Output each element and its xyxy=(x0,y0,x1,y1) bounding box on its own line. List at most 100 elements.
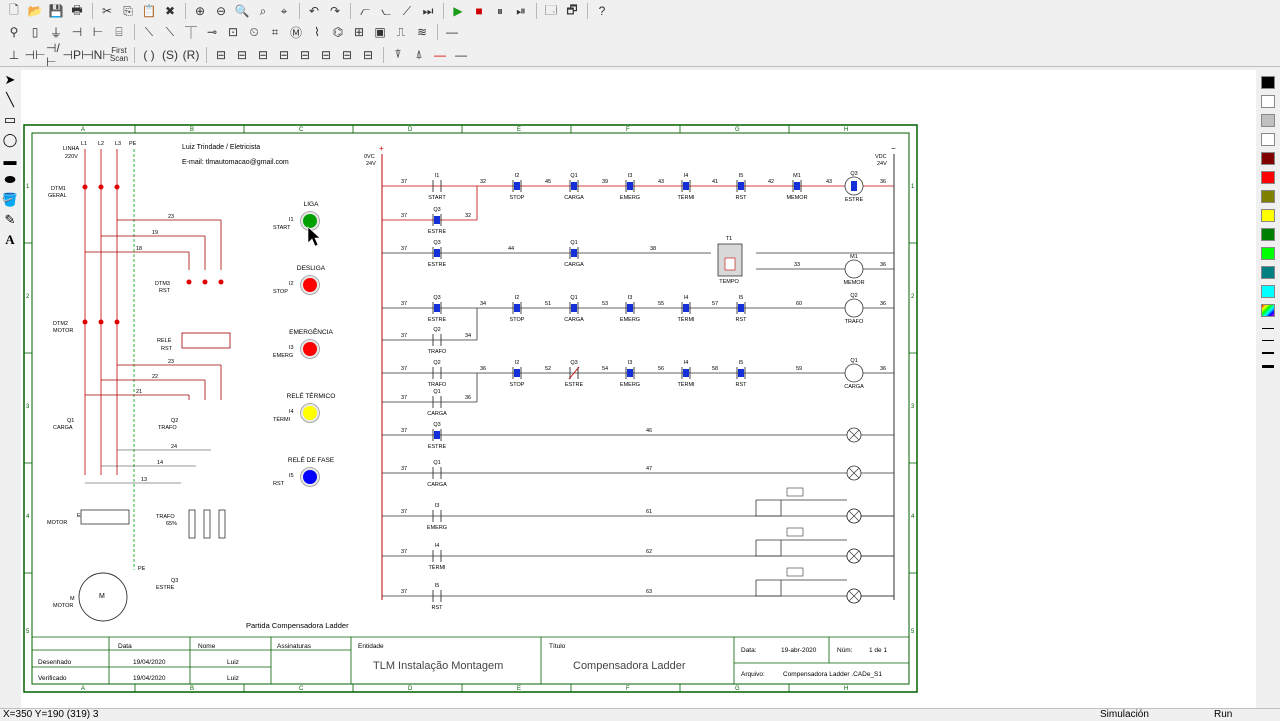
delete-icon[interactable]: ✖ xyxy=(160,2,180,20)
drawing-canvas[interactable]: AABBCCDDEEFFGGHH1122334455 Luiz Trindade… xyxy=(21,70,1256,708)
undo-icon[interactable]: ↶ xyxy=(304,2,324,20)
color-swatch[interactable] xyxy=(1261,228,1275,241)
cable-tool-icon[interactable]: ≋ xyxy=(412,23,432,41)
zoom-fit-icon[interactable]: ⌕ xyxy=(253,2,273,20)
fill-bucket-icon[interactable]: 🪣 xyxy=(0,190,20,210)
panel-pushbutton[interactable] xyxy=(303,214,317,228)
coil-tool-icon[interactable]: ⊡ xyxy=(223,23,243,41)
lamp-tool-icon[interactable]: ⚲ xyxy=(4,23,24,41)
filled-rectangle-icon[interactable]: ▬ xyxy=(0,150,20,170)
pointer-icon[interactable]: ➤ xyxy=(0,70,20,90)
panel-pushbutton[interactable] xyxy=(303,470,317,484)
pin-in-icon[interactable]: ⍒ xyxy=(388,46,408,64)
line-width-3[interactable] xyxy=(1262,352,1274,354)
color-swatch[interactable] xyxy=(1261,76,1275,89)
mirror-icon[interactable]: ⟋ xyxy=(397,2,417,20)
panel-pushbutton[interactable] xyxy=(303,342,317,356)
counter-down-icon[interactable]: ⊟ xyxy=(295,46,315,64)
line-width-1[interactable] xyxy=(1262,328,1274,329)
pen-icon[interactable]: ✎ xyxy=(0,210,20,230)
contact-name: RST xyxy=(432,605,444,611)
sensor-tool-icon[interactable]: ⌬ xyxy=(328,23,348,41)
plug-tool-icon[interactable]: ⏚ xyxy=(46,23,66,41)
line-width-4[interactable] xyxy=(1262,365,1274,368)
paste-icon[interactable]: 📋 xyxy=(139,2,159,20)
no-contact-icon[interactable]: ⊣⊢ xyxy=(25,46,46,64)
color-swatch[interactable] xyxy=(1261,114,1275,127)
color-swatch[interactable] xyxy=(1261,266,1275,279)
switch2-tool-icon[interactable]: ⟍ xyxy=(160,23,180,41)
switch-tool-icon[interactable]: ⟍ xyxy=(139,23,159,41)
color-swatch[interactable] xyxy=(1261,152,1275,165)
panel-pushbutton[interactable] xyxy=(303,278,317,292)
terminal-tool-icon[interactable]: ⊞ xyxy=(349,23,369,41)
zoom-out-icon[interactable]: ⊖ xyxy=(211,2,231,20)
node-number: 58 xyxy=(712,366,718,372)
windows-icon[interactable]: 🗗 xyxy=(562,2,582,20)
help-icon[interactable]: ? xyxy=(592,2,612,20)
timer-tof-icon[interactable]: ⊟ xyxy=(232,46,252,64)
filled-ellipse-icon[interactable]: ⬬ xyxy=(0,170,20,190)
math-icon[interactable]: ⊟ xyxy=(358,46,378,64)
window-icon[interactable]: 🗔 xyxy=(541,2,561,20)
print-icon[interactable]: 🖶 xyxy=(67,2,87,20)
compare-icon[interactable]: ⊟ xyxy=(316,46,336,64)
rail-tool-icon[interactable]: ⊥ xyxy=(4,46,24,64)
contact-no-icon[interactable]: ⊣ xyxy=(67,23,87,41)
reset-coil-icon[interactable]: (R) xyxy=(181,46,201,64)
rotate-icon[interactable]: ⦦ xyxy=(376,2,396,20)
transformer-tool-icon[interactable]: ⌇ xyxy=(307,23,327,41)
color-swatch[interactable] xyxy=(1261,95,1275,108)
timer-ton-icon[interactable]: ⊟ xyxy=(211,46,231,64)
redo-icon[interactable]: ↷ xyxy=(325,2,345,20)
snap-icon[interactable]: ⦧ xyxy=(355,2,375,20)
rectangle-icon[interactable]: ▭ xyxy=(0,110,20,130)
timer-tp-icon[interactable]: ⊟ xyxy=(253,46,273,64)
color-swatch[interactable] xyxy=(1261,190,1275,203)
color-swatch[interactable] xyxy=(1261,209,1275,222)
timer-tool-icon[interactable]: ⏲ xyxy=(244,23,264,41)
wire-black-icon[interactable]: — xyxy=(451,46,471,64)
text-tool-icon[interactable]: A xyxy=(0,230,20,250)
fuse-tool-icon[interactable]: ▯ xyxy=(25,23,45,41)
selector-tool-icon[interactable]: ⊸ xyxy=(202,23,222,41)
move-icon[interactable]: ⊟ xyxy=(337,46,357,64)
step-forward-icon[interactable]: ⏯ xyxy=(511,2,531,20)
counter-tool-icon[interactable]: ⌗ xyxy=(265,23,285,41)
contact-nc-icon[interactable]: ⊢ xyxy=(88,23,108,41)
color-swatch[interactable] xyxy=(1261,285,1275,298)
rainbow-swatch[interactable] xyxy=(1261,304,1275,317)
set-coil-icon[interactable]: (S) xyxy=(160,46,180,64)
meter-tool-icon[interactable]: ⎍ xyxy=(391,23,411,41)
box-tool-icon[interactable]: ▣ xyxy=(370,23,390,41)
line-tool-icon[interactable]: — xyxy=(442,23,462,41)
counter-up-icon[interactable]: ⊟ xyxy=(274,46,294,64)
stop-simulation-icon[interactable]: ■ xyxy=(469,2,489,20)
ellipse-icon[interactable]: ◯ xyxy=(0,130,20,150)
motor-tool-icon[interactable]: Ⓜ xyxy=(286,23,306,41)
open-file-icon[interactable]: 📂 xyxy=(25,2,45,20)
pin-out-icon[interactable]: ⍋ xyxy=(409,46,429,64)
color-swatch[interactable] xyxy=(1261,171,1275,184)
zoom-in-icon[interactable]: ⊕ xyxy=(190,2,210,20)
first-scan-button[interactable]: First Scan xyxy=(109,46,129,64)
coil-icon[interactable]: ( ) xyxy=(139,46,159,64)
panel-pushbutton[interactable] xyxy=(303,406,317,420)
pause-icon[interactable]: ⏸ xyxy=(490,2,510,20)
zoom-all-icon[interactable]: ⌖ xyxy=(274,2,294,20)
relay-tool-icon[interactable]: ⌸ xyxy=(109,23,129,41)
new-file-icon[interactable]: 🗋 xyxy=(4,2,24,20)
run-simulation-icon[interactable]: ▶ xyxy=(448,2,468,20)
cut-icon[interactable]: ✂ xyxy=(97,2,117,20)
neg-edge-icon[interactable]: ⊣N⊢ xyxy=(83,46,113,64)
color-swatch[interactable] xyxy=(1261,133,1275,146)
copy-icon[interactable]: ⎘ xyxy=(118,2,138,20)
pushbutton-tool-icon[interactable]: ⏉ xyxy=(181,23,201,41)
step-icon[interactable]: ⏭ xyxy=(418,2,438,20)
line-icon[interactable]: ╲ xyxy=(0,90,20,110)
zoom-window-icon[interactable]: 🔍 xyxy=(232,2,252,20)
color-swatch[interactable] xyxy=(1261,247,1275,260)
line-width-2[interactable] xyxy=(1262,340,1274,341)
wire-red-icon[interactable]: — xyxy=(430,46,450,64)
save-icon[interactable]: 💾 xyxy=(46,2,66,20)
